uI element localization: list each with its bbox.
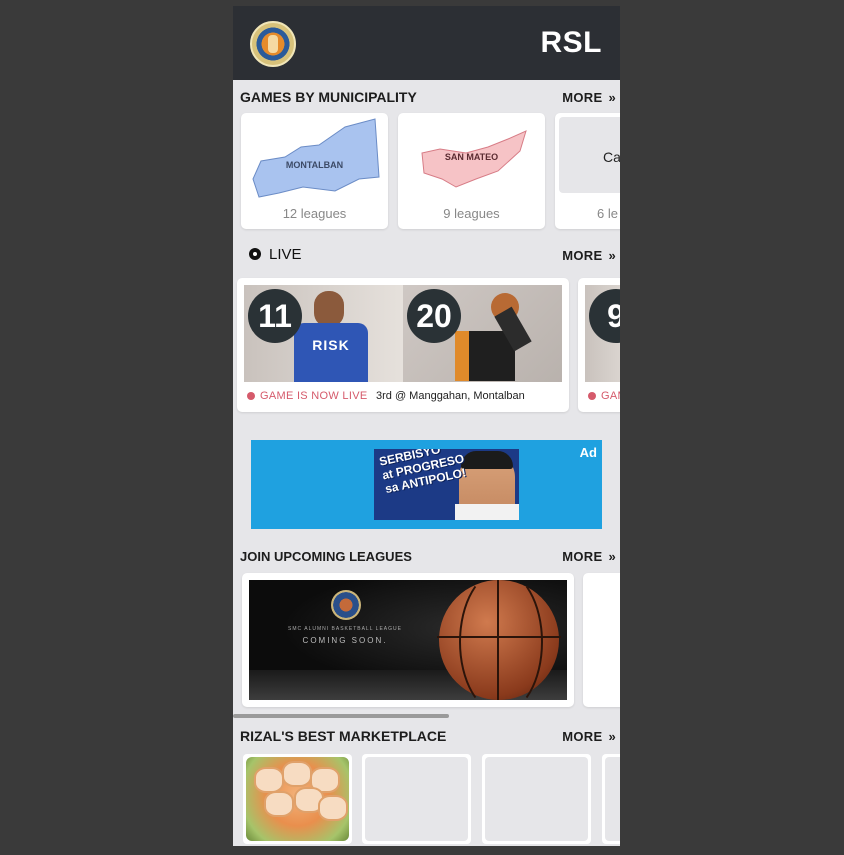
league-poster: SMC ALUMNI BASKETBALL LEAGUE COMING SOON… [249, 580, 567, 700]
product-image [246, 757, 349, 841]
live-status: GAM [588, 390, 620, 402]
league-logo[interactable] [250, 21, 296, 67]
live-indicator-icon [249, 248, 261, 260]
ad-banner[interactable]: Ad SERBISYO at PROGRESO sa ANTIPOLO! [251, 440, 602, 529]
marketplace-item[interactable] [602, 754, 620, 844]
more-label: MORE [562, 549, 603, 564]
marketplace-item[interactable] [362, 754, 471, 844]
more-live-button[interactable]: MORE » [562, 248, 616, 263]
chevron-right-icon: » [608, 248, 616, 263]
live-game-card[interactable]: RISK 11 20 GAME IS NOW LIVE 3rd @ Mangga… [237, 278, 569, 412]
league-status: COMING SOON. [302, 636, 388, 645]
map-label: SAN MATEO [444, 152, 499, 162]
record-icon [588, 392, 596, 400]
ad-image: SERBISYO at PROGRESO sa ANTIPOLO! [374, 449, 519, 520]
product-placeholder [365, 757, 468, 841]
league-count: 12 leagues [282, 206, 347, 221]
record-icon [247, 392, 255, 400]
app-screen: RSL GAMES BY MUNICIPALITY MORE » MONTALBA… [233, 6, 620, 846]
municipality-card-san-mateo[interactable]: SAN MATEO 9 leagues [398, 113, 545, 229]
chevron-right-icon: » [608, 729, 616, 744]
league-count: 6 le [597, 206, 618, 221]
league-count: 9 leagues [443, 206, 500, 221]
upcoming-league-card[interactable]: SMC ALUMNI BASKETBALL LEAGUE COMING SOON… [242, 573, 574, 707]
marketplace-item[interactable] [243, 754, 352, 844]
more-marketplace-button[interactable]: MORE » [562, 729, 616, 744]
away-score: 20 [407, 289, 461, 343]
section-title-live: LIVE [269, 246, 302, 263]
more-label: MORE [562, 729, 603, 744]
municipality-card-partial[interactable]: Ca 6 le [555, 113, 620, 229]
home-score: 11 [248, 289, 302, 343]
montalban-map-icon [252, 118, 380, 198]
marketplace-item[interactable] [482, 754, 591, 844]
map-label: Ca [603, 149, 620, 165]
top-bar: RSL [233, 6, 620, 80]
jersey: RISK [294, 323, 368, 382]
more-upcoming-button[interactable]: MORE » [562, 549, 616, 564]
section-title-municipality: GAMES BY MUNICIPALITY [240, 89, 417, 105]
product-placeholder [605, 757, 620, 841]
product-placeholder [485, 757, 588, 841]
more-municipality-button[interactable]: MORE » [562, 90, 616, 105]
basketball-icon [437, 580, 561, 700]
live-status: GAME IS NOW LIVE [247, 390, 367, 402]
more-label: MORE [562, 90, 603, 105]
ad-slogan: SERBISYO at PROGRESO sa ANTIPOLO! [378, 449, 468, 497]
live-game-card-partial[interactable]: 9 GAM [578, 278, 620, 412]
section-title-upcoming: JOIN UPCOMING LEAGUES [240, 549, 412, 564]
chevron-right-icon: » [608, 90, 616, 105]
league-crest-icon [331, 590, 361, 620]
ad-tag: Ad [579, 445, 597, 460]
municipality-card-montalban[interactable]: MONTALBAN 12 leagues [241, 113, 388, 229]
brand-title: RSL [540, 26, 602, 59]
more-label: MORE [562, 248, 603, 263]
league-name: SMC ALUMNI BASKETBALL LEAGUE [288, 626, 402, 632]
map-label: MONTALBAN [285, 160, 344, 170]
upcoming-league-card-partial[interactable] [583, 573, 620, 707]
chevron-right-icon: » [608, 549, 616, 564]
game-venue: 3rd @ Manggahan, Montalban [376, 390, 525, 402]
section-title-marketplace: RIZAL'S BEST MARKETPLACE [240, 728, 447, 744]
jersey-text: RISK [312, 337, 350, 353]
horizontal-scrollbar[interactable] [233, 714, 449, 718]
